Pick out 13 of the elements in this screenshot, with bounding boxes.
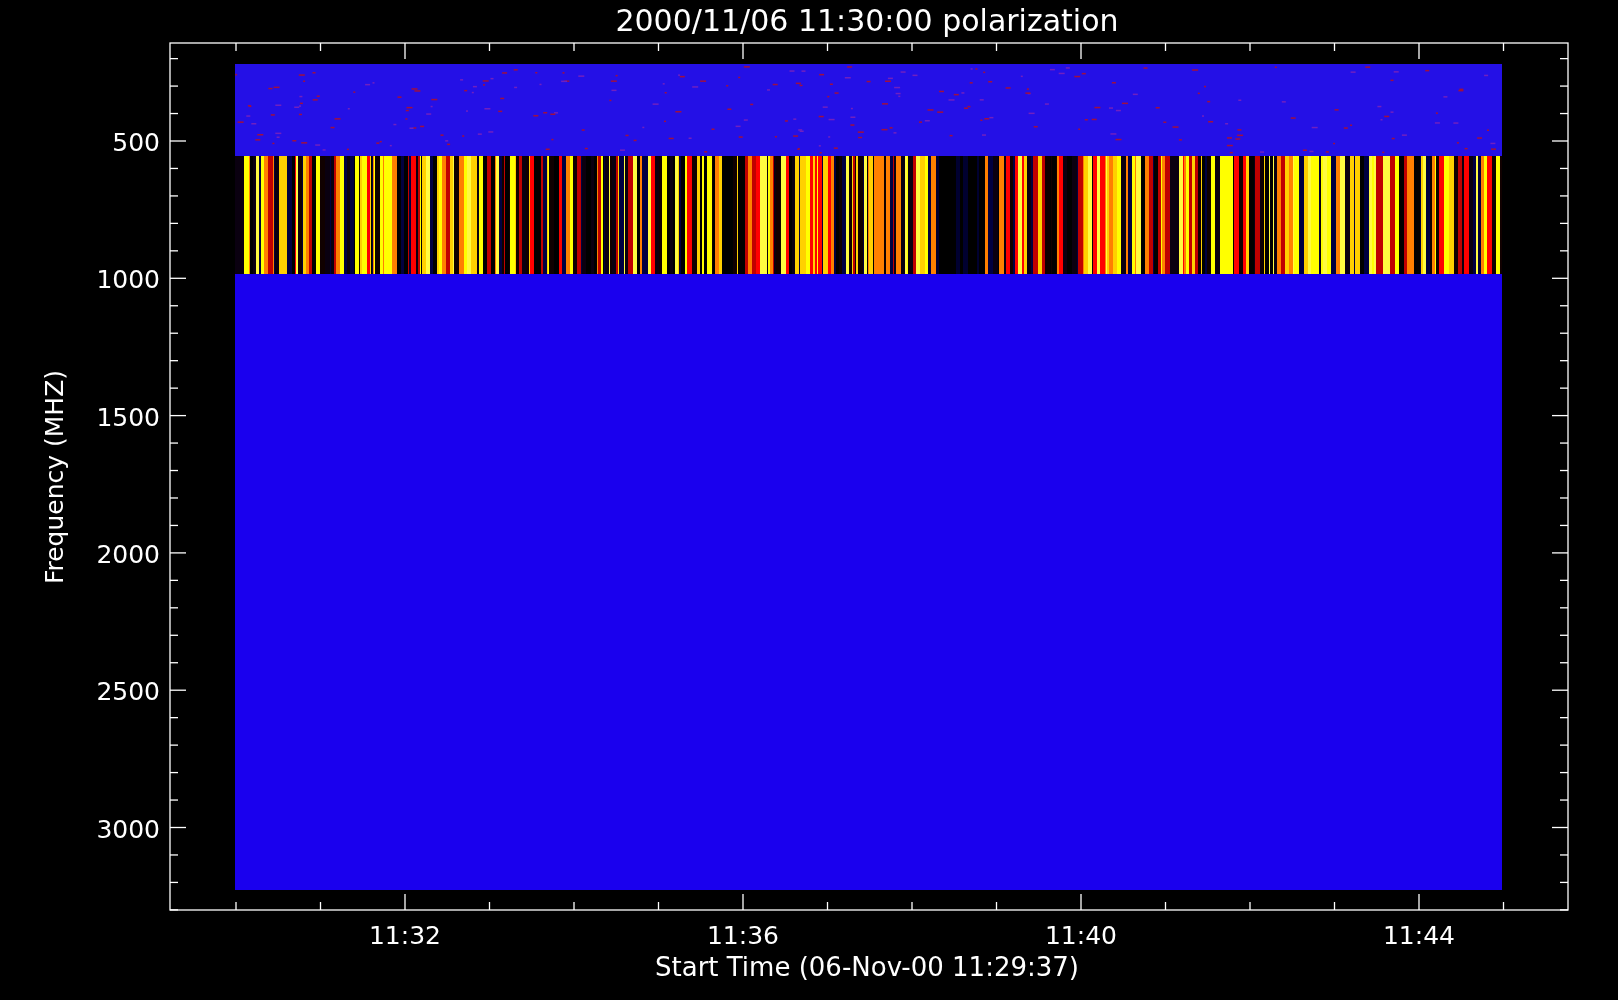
y-tick-label: 2500 xyxy=(96,677,160,707)
y-tick-label: 1000 xyxy=(96,265,160,295)
x-tick-label: 11:32 xyxy=(369,921,441,950)
x-tick-label: 11:44 xyxy=(1383,921,1455,950)
y-tick-label: 3000 xyxy=(96,814,160,844)
y-tick-label: 2000 xyxy=(96,539,160,569)
x-axis-label: Start Time (06-Nov-00 11:29:37) xyxy=(655,952,1079,982)
x-tick-label: 11:40 xyxy=(1045,921,1117,950)
y-tick-label: 1500 xyxy=(96,402,160,432)
y-tick-label: 500 xyxy=(112,128,160,157)
x-tick-label: 11:36 xyxy=(707,921,779,950)
y-axis-label: Frequency (MHZ) xyxy=(40,369,69,585)
plot-title: 2000/11/06 11:30:00 polarization xyxy=(615,3,1119,38)
